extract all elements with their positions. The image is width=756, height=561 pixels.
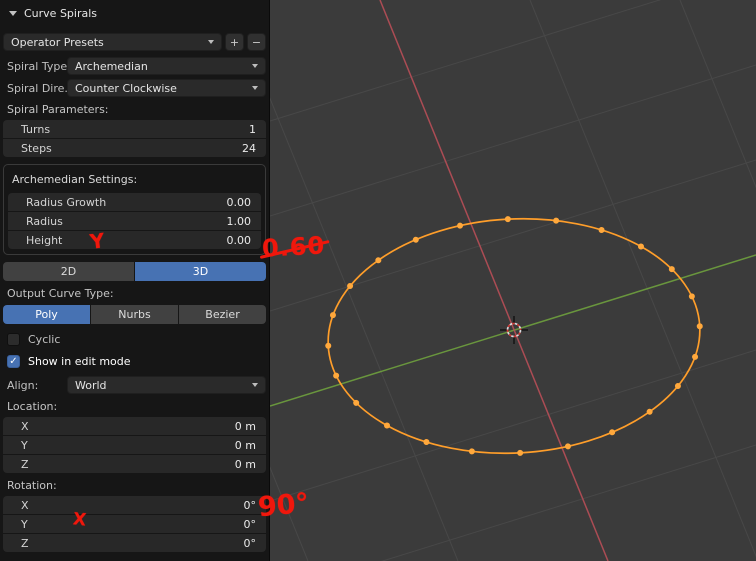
curve-type-bezier[interactable]: Bezier: [179, 305, 266, 324]
curve-type-nurbs[interactable]: Nurbs: [91, 305, 178, 324]
height-field[interactable]: Height 0.00: [8, 231, 261, 249]
chevron-down-icon: [252, 64, 258, 68]
show-in-edit-mode-checkbox[interactable]: [7, 355, 20, 368]
location-y-label: Y: [21, 438, 28, 452]
turns-field[interactable]: Turns 1: [3, 120, 266, 138]
panel-header[interactable]: Curve Spirals: [0, 0, 269, 26]
panel-title: Curve Spirals: [24, 6, 98, 20]
location-z-value: 0 m: [234, 457, 256, 471]
rotation-group: X 0° Y 0° Z 0°: [3, 496, 266, 552]
rotation-x-label: X: [21, 498, 29, 512]
location-x-value: 0 m: [234, 419, 256, 433]
rotation-y-field[interactable]: Y 0°: [3, 515, 266, 533]
show-edit-row: Show in edit mode: [7, 355, 262, 368]
x-axis-line: [379, 0, 609, 561]
show-in-edit-mode-label: Show in edit mode: [28, 355, 131, 368]
align-value: World: [75, 378, 107, 392]
section-label-output-curve-type: Output Curve Type:: [7, 287, 114, 300]
rotation-y-value: 0°: [243, 517, 257, 531]
archemedian-settings-title: Archemedian Settings:: [12, 173, 138, 186]
turns-value: 1: [249, 122, 256, 136]
spiral-direction-select[interactable]: Counter Clockwise: [67, 79, 266, 97]
chevron-down-icon: [252, 383, 258, 387]
viewport-3d[interactable]: [270, 0, 756, 561]
radius-label: Radius: [26, 214, 63, 228]
location-group: X 0 m Y 0 m Z 0 m: [3, 417, 266, 473]
preset-remove-button[interactable]: −: [247, 33, 266, 51]
spiral-type-label: Spiral Type:: [7, 59, 67, 73]
rotation-x-value: 0°: [243, 498, 257, 512]
location-x-label: X: [21, 419, 29, 433]
spiral-direction-value: Counter Clockwise: [75, 81, 177, 95]
height-value: 0.00: [226, 233, 252, 247]
chevron-down-icon: [252, 86, 258, 90]
radius-growth-label: Radius Growth: [26, 195, 107, 209]
dimension-toggle: 2D 3D: [3, 262, 266, 281]
operator-presets-select[interactable]: Operator Presets: [3, 33, 222, 51]
spiral-type-select[interactable]: Archemedian: [67, 57, 266, 75]
grid-lines: [270, 0, 756, 561]
operator-presets-value: Operator Presets: [11, 35, 104, 49]
location-z-field[interactable]: Z 0 m: [3, 455, 266, 473]
collapse-arrow-icon: [9, 10, 17, 16]
location-x-field[interactable]: X 0 m: [3, 417, 266, 435]
rotation-z-label: Z: [21, 536, 29, 550]
section-label-spiral-parameters: Spiral Parameters:: [7, 103, 109, 116]
turns-label: Turns: [21, 122, 51, 136]
rotation-z-value: 0°: [243, 536, 257, 550]
rotation-x-field[interactable]: X 0°: [3, 496, 266, 514]
radius-field[interactable]: Radius 1.00: [8, 212, 261, 230]
location-y-field[interactable]: Y 0 m: [3, 436, 266, 454]
preset-add-button[interactable]: +: [225, 33, 244, 51]
steps-label: Steps: [21, 141, 52, 155]
dimension-toggle-2d[interactable]: 2D: [3, 262, 134, 281]
curve-type-poly[interactable]: Poly: [3, 305, 90, 324]
steps-field[interactable]: Steps 24: [3, 139, 266, 157]
chevron-down-icon: [208, 40, 214, 44]
cyclic-label: Cyclic: [28, 333, 61, 346]
dimension-toggle-3d[interactable]: 3D: [135, 262, 266, 281]
rotation-y-label: Y: [21, 517, 28, 531]
radius-growth-value: 0.00: [226, 195, 252, 209]
rotation-z-field[interactable]: Z 0°: [3, 534, 266, 552]
archemedian-settings-box: Archemedian Settings: Radius Growth 0.00…: [3, 164, 266, 255]
operator-panel: Curve Spirals Operator Presets + − Spira…: [0, 0, 270, 561]
cyclic-checkbox[interactable]: [7, 333, 20, 346]
location-z-label: Z: [21, 457, 29, 471]
height-label: Height: [26, 233, 63, 247]
align-select[interactable]: World: [67, 376, 266, 394]
align-label: Align:: [7, 378, 39, 392]
cyclic-row: Cyclic: [7, 333, 262, 346]
spiral-direction-label: Spiral Dire...: [7, 81, 67, 95]
location-y-value: 0 m: [234, 438, 256, 452]
curve-type-toggle: Poly Nurbs Bezier: [3, 305, 266, 324]
section-label-location: Location:: [7, 400, 58, 413]
section-label-rotation: Rotation:: [7, 479, 57, 492]
steps-value: 24: [242, 141, 256, 155]
radius-growth-field[interactable]: Radius Growth 0.00: [8, 193, 261, 211]
spiral-type-value: Archemedian: [75, 59, 148, 73]
turns-steps-group: Turns 1 Steps 24: [3, 120, 266, 157]
radius-value: 1.00: [226, 214, 252, 228]
